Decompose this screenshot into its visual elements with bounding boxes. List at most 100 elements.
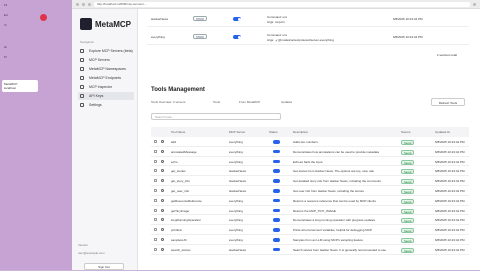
table-row[interactable]: search_stories HackerNews Search stories f… — [151, 245, 469, 255]
tool-server: everything — [229, 218, 243, 223]
sidebar-item-mcp-servers[interactable]: MCP Servers — [78, 56, 134, 64]
tool-status-toggle[interactable] — [273, 238, 280, 242]
expand-icon[interactable] — [161, 208, 164, 212]
column-header[interactable]: MCP Server — [229, 130, 245, 134]
expand-icon[interactable] — [161, 218, 164, 222]
tool-status-toggle[interactable] — [273, 140, 280, 144]
column-header[interactable]: Source — [401, 130, 411, 134]
desktop-window-card[interactable]: MetaMCP localhost — [2, 80, 38, 92]
row-checkbox[interactable] — [154, 189, 157, 192]
table-row[interactable]: get_user_info HackerNews Get user info fro… — [151, 186, 469, 196]
user-email: user@example.com — [78, 251, 105, 255]
tool-status-toggle[interactable] — [273, 189, 280, 193]
server-args: Args: -y @modelcontextprotocol/server-ev… — [267, 38, 334, 42]
table-row[interactable]: longRunningOperation everything Demonstrat… — [151, 215, 469, 226]
back-icon[interactable] — [76, 2, 79, 6]
server-toggle[interactable] — [233, 17, 241, 21]
sidebar-item-api-keys[interactable]: API Keys — [78, 92, 134, 100]
expand-icon[interactable] — [161, 247, 164, 251]
nav-caption: Navigation — [80, 40, 95, 44]
link-icon — [80, 76, 84, 80]
row-checkbox[interactable] — [154, 247, 157, 251]
table-row[interactable]: sampleLLM everything Samples from an LLM u… — [151, 235, 469, 245]
expand-icon[interactable] — [161, 149, 164, 153]
tool-updated-at: 6/8/2025 10:23:44 PM — [435, 228, 465, 233]
reload-icon[interactable] — [88, 2, 91, 6]
column-header[interactable]: Status — [269, 130, 278, 134]
tool-updated-at: 6/8/2025 10:23:44 PM — [435, 179, 465, 184]
tool-server: everything — [229, 149, 243, 154]
table-row[interactable]: getResourceReference everything Returns a … — [151, 196, 469, 206]
tool-status-toggle[interactable] — [273, 208, 280, 213]
table-row[interactable]: HackerNews STDIO Command: uvx Args: mcp-… — [147, 13, 469, 27]
sidebar-item-inspector[interactable]: MCP Inspector — [78, 83, 134, 91]
table-row[interactable]: everything STDIO Command: uvx Args: -y @… — [147, 31, 469, 45]
desktop-menu-item[interactable]: Ed — [4, 13, 8, 17]
table-row[interactable]: printEnv everything Prints all environment… — [151, 225, 469, 235]
sidebar-item-settings[interactable]: Settings — [78, 101, 134, 109]
table-row[interactable]: echo everything Echoes back the input Saved… — [151, 157, 469, 167]
table-row[interactable]: get_story_info HackerNews Get detailed sto… — [151, 176, 469, 186]
row-checkbox[interactable] — [154, 228, 157, 232]
tool-name: get_stories — [171, 169, 186, 174]
version-label: Version — [78, 243, 89, 247]
row-checkbox[interactable] — [154, 208, 157, 212]
expand-icon[interactable] — [161, 140, 164, 143]
expand-icon[interactable] — [161, 238, 164, 241]
tool-name: longRunningOperation — [171, 218, 202, 223]
sidebar-item-endpoints[interactable]: MetaMCP Endpoints — [78, 74, 134, 82]
row-checkbox[interactable] — [154, 198, 157, 202]
tool-server: HackerNews — [229, 189, 247, 193]
sidebar-item-label: MCP Inspector — [89, 85, 113, 89]
search-input[interactable]: Search tools... — [151, 113, 281, 120]
menu-icon[interactable] — [473, 2, 476, 6]
table-row[interactable]: annotatedMessage everything Demonstrates h… — [151, 147, 469, 157]
refresh-tools-button[interactable]: Refresh Tools — [431, 98, 465, 106]
row-checkbox[interactable] — [154, 238, 157, 241]
source-badge: Saved — [401, 238, 415, 243]
column-header[interactable]: Updated At — [435, 130, 450, 134]
tool-status-toggle[interactable] — [273, 228, 280, 232]
expand-icon[interactable] — [161, 159, 164, 163]
row-checkbox[interactable] — [154, 140, 157, 143]
source-badge: Saved — [401, 208, 415, 214]
row-checkbox[interactable] — [154, 218, 157, 222]
tool-status-toggle[interactable] — [273, 179, 280, 183]
sign-out-button[interactable]: Sign Out — [84, 263, 124, 270]
tool-updated-at: 6/8/2025 10:23:44 PM — [435, 208, 465, 213]
type-badge: STDIO — [193, 16, 207, 21]
table-row[interactable]: add everything Adds two numbers Saved 6/8/20… — [151, 137, 469, 147]
tool-updated-at: 6/8/2025 10:23:44 PM — [435, 140, 465, 144]
expand-icon[interactable] — [161, 198, 164, 202]
source-badge: Saved — [401, 189, 415, 194]
tool-status-toggle[interactable] — [273, 218, 280, 222]
expand-icon[interactable] — [161, 189, 164, 192]
desktop-menu-item[interactable]: Hi — [4, 45, 7, 49]
tool-status-toggle[interactable] — [273, 247, 280, 252]
column-header[interactable]: Description — [293, 130, 308, 134]
tool-status-toggle[interactable] — [273, 198, 280, 203]
sidebar-item-namespaces[interactable]: MetaMCP Namespaces — [78, 65, 134, 73]
row-checkbox[interactable] — [154, 149, 157, 153]
tool-status-toggle[interactable] — [273, 169, 280, 173]
column-header[interactable]: Tool Name — [171, 130, 185, 134]
notification-badge[interactable] — [40, 14, 47, 21]
table-row[interactable]: get_stories HackerNews Get stories from Ha… — [151, 166, 469, 177]
expand-icon[interactable] — [161, 179, 164, 183]
server-command: Command: uvx — [267, 15, 288, 19]
expand-icon[interactable] — [161, 169, 164, 173]
tool-status-toggle[interactable] — [273, 159, 280, 164]
row-checkbox[interactable] — [154, 169, 157, 173]
row-checkbox[interactable] — [154, 179, 157, 183]
server-toggle[interactable] — [233, 35, 241, 39]
row-checkbox[interactable] — [154, 159, 157, 163]
desktop-menu-item[interactable]: Vi — [4, 23, 7, 27]
table-row[interactable]: getTinyImage everything Returns the MCP_TI… — [151, 206, 469, 216]
sidebar-item-explore[interactable]: Explore MCP Servers (beta) — [78, 47, 134, 55]
address-bar[interactable]: http://localhost:12008/mcp-servers/... — [94, 1, 470, 7]
expand-icon[interactable] — [161, 228, 164, 232]
tool-status-toggle[interactable] — [273, 149, 280, 154]
desktop-menu-item[interactable]: Pr — [4, 55, 7, 59]
desktop-menu-item[interactable]: Fil — [4, 3, 7, 7]
forward-icon[interactable] — [82, 2, 85, 6]
